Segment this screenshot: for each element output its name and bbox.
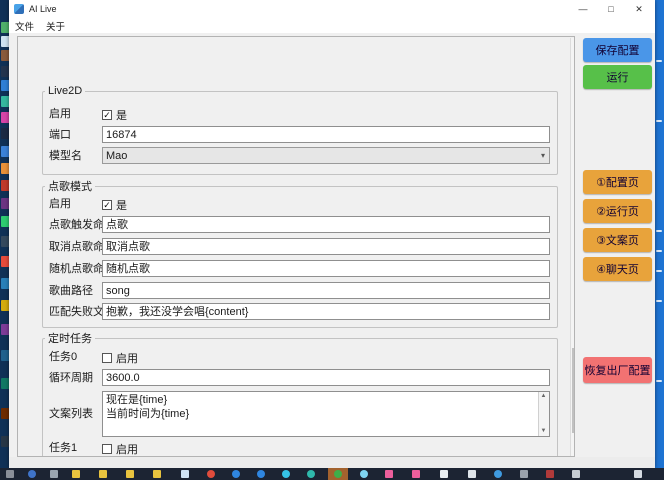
- taskbar-app-icon[interactable]: [207, 470, 215, 478]
- taskbar-app-icon[interactable]: [72, 470, 80, 478]
- chevron-down-icon: ▾: [541, 149, 545, 163]
- scroll-down-icon[interactable]: ▼: [572, 445, 575, 456]
- menu-bar: 文件 关于: [9, 18, 655, 33]
- taskbar-app-icon[interactable]: [385, 470, 393, 478]
- taskbar-app-icon[interactable]: [28, 470, 36, 478]
- task1-enable-row: 启用: [102, 441, 138, 457]
- live2d-enable-row: ✓ 是: [102, 107, 127, 123]
- song-random-input[interactable]: 随机点歌: [102, 260, 550, 277]
- nav-run-page-button[interactable]: ②运行页: [583, 199, 652, 223]
- app-window: AI Live — □ ✕ 文件 关于 Live2D 启用 ✓ 是 端口 168…: [9, 0, 655, 468]
- window-title: AI Live: [29, 4, 57, 14]
- taskbar-app-icon[interactable]: [440, 470, 448, 478]
- port-input[interactable]: 16874: [102, 126, 550, 143]
- nav-copy-page-button[interactable]: ③文案页: [583, 228, 652, 252]
- taskbar-app-icon[interactable]: [307, 470, 315, 478]
- taskbar-app-icon[interactable]: [468, 470, 476, 478]
- nav-chat-page-button[interactable]: ④聊天页: [583, 257, 652, 281]
- taskbar-app-icon[interactable]: [232, 470, 240, 478]
- taskbar-app-icon[interactable]: [572, 470, 580, 478]
- group-timer-title: 定时任务: [45, 330, 95, 346]
- taskbar-app-icon[interactable]: [520, 470, 528, 478]
- taskbar-app-icon[interactable]: [6, 470, 14, 478]
- taskbar-app-icon[interactable]: [99, 470, 107, 478]
- task0-cycle-label: 循环周期: [49, 371, 93, 385]
- taskbar-app-icon[interactable]: [153, 470, 161, 478]
- port-label: 端口: [49, 128, 71, 142]
- group-song-title: 点歌模式: [45, 178, 95, 194]
- scroll-up-icon[interactable]: ▲: [572, 38, 575, 49]
- menu-file[interactable]: 文件: [9, 18, 40, 33]
- task0-enable-label: 启用: [116, 350, 138, 366]
- model-label: 模型名: [49, 149, 82, 163]
- desktop-text-fragment: [656, 270, 662, 272]
- taskbar-app-icon[interactable]: [257, 470, 265, 478]
- task0-enable-row: 启用: [102, 350, 138, 366]
- live2d-enable-checkbox[interactable]: ✓: [102, 110, 112, 120]
- song-cancel-input[interactable]: 取消点歌: [102, 238, 550, 255]
- song-trigger-input[interactable]: 点歌: [102, 216, 550, 233]
- title-bar[interactable]: AI Live: [9, 0, 655, 18]
- run-button[interactable]: 运行: [583, 65, 652, 89]
- song-enable-row: ✓ 是: [102, 197, 127, 213]
- taskbar-app-icon[interactable]: [181, 470, 189, 478]
- scroll-up-icon[interactable]: ▲: [539, 392, 548, 401]
- taskbar[interactable]: [0, 468, 664, 480]
- song-path-input[interactable]: song: [102, 282, 550, 299]
- maximize-button[interactable]: □: [597, 0, 625, 18]
- desktop-text-fragment: [656, 120, 662, 122]
- task0-textarea-scrollbar[interactable]: ▲ ▼: [538, 392, 549, 436]
- task0-enable-checkbox[interactable]: [102, 353, 112, 363]
- group-live2d-title: Live2D: [45, 85, 85, 97]
- desktop-text-fragment: [656, 60, 662, 62]
- taskbar-app-icon[interactable]: [282, 470, 290, 478]
- song-enable-value: 是: [116, 197, 127, 213]
- song-fail-input[interactable]: 抱歉，我还没学会唱{content}: [102, 303, 550, 320]
- nav-config-page-button[interactable]: ①配置页: [583, 170, 652, 194]
- save-config-button[interactable]: 保存配置: [583, 38, 652, 62]
- desktop-text-fragment: [656, 300, 662, 302]
- song-path-label: 歌曲路径: [49, 284, 93, 298]
- minimize-button[interactable]: —: [569, 0, 597, 18]
- task1-enable-checkbox[interactable]: [102, 444, 112, 454]
- taskbar-app-icon[interactable]: [360, 470, 368, 478]
- taskbar-app-icon[interactable]: [634, 470, 642, 478]
- task1-label: 任务1: [49, 441, 77, 455]
- factory-reset-button[interactable]: 恢复出厂配置: [583, 357, 652, 383]
- task0-label: 任务0: [49, 350, 77, 364]
- scrollbar-thumb[interactable]: [572, 348, 575, 433]
- task1-enable-label: 启用: [116, 441, 138, 457]
- taskbar-app-icon[interactable]: [126, 470, 134, 478]
- live2d-enable-label: 启用: [49, 107, 71, 121]
- taskbar-app-icon[interactable]: [546, 470, 554, 478]
- task0-cycle-input[interactable]: 3600.0: [102, 369, 550, 386]
- taskbar-app-icon[interactable]: [412, 470, 420, 478]
- close-button[interactable]: ✕: [625, 0, 653, 18]
- song-enable-checkbox[interactable]: ✓: [102, 200, 112, 210]
- panel-scrollbar[interactable]: ▲ ▼: [570, 38, 575, 456]
- taskbar-app-icon[interactable]: [334, 470, 342, 478]
- scroll-down-icon[interactable]: ▼: [539, 427, 548, 436]
- desktop-text-fragment: [656, 230, 662, 232]
- model-select[interactable]: Mao ▾: [102, 147, 550, 164]
- task0-list-textarea[interactable]: 现在是{time} 当前时间为{time} ▲ ▼: [102, 391, 550, 437]
- taskbar-app-icon[interactable]: [50, 470, 58, 478]
- song-enable-label: 启用: [49, 197, 71, 211]
- model-select-value: Mao: [106, 150, 127, 162]
- taskbar-app-icon[interactable]: [494, 470, 502, 478]
- config-panel: Live2D 启用 ✓ 是 端口 16874 模型名 Mao ▾ 点歌模式 启用…: [17, 36, 575, 457]
- task0-list-label: 文案列表: [49, 407, 93, 421]
- app-icon: [14, 4, 24, 14]
- window-bottom-edge: [9, 457, 655, 468]
- desktop-right-strip: [655, 0, 664, 468]
- live2d-enable-value: 是: [116, 107, 127, 123]
- desktop-text-fragment: [656, 380, 662, 382]
- menu-about[interactable]: 关于: [40, 18, 71, 33]
- desktop-text-fragment: [656, 250, 662, 252]
